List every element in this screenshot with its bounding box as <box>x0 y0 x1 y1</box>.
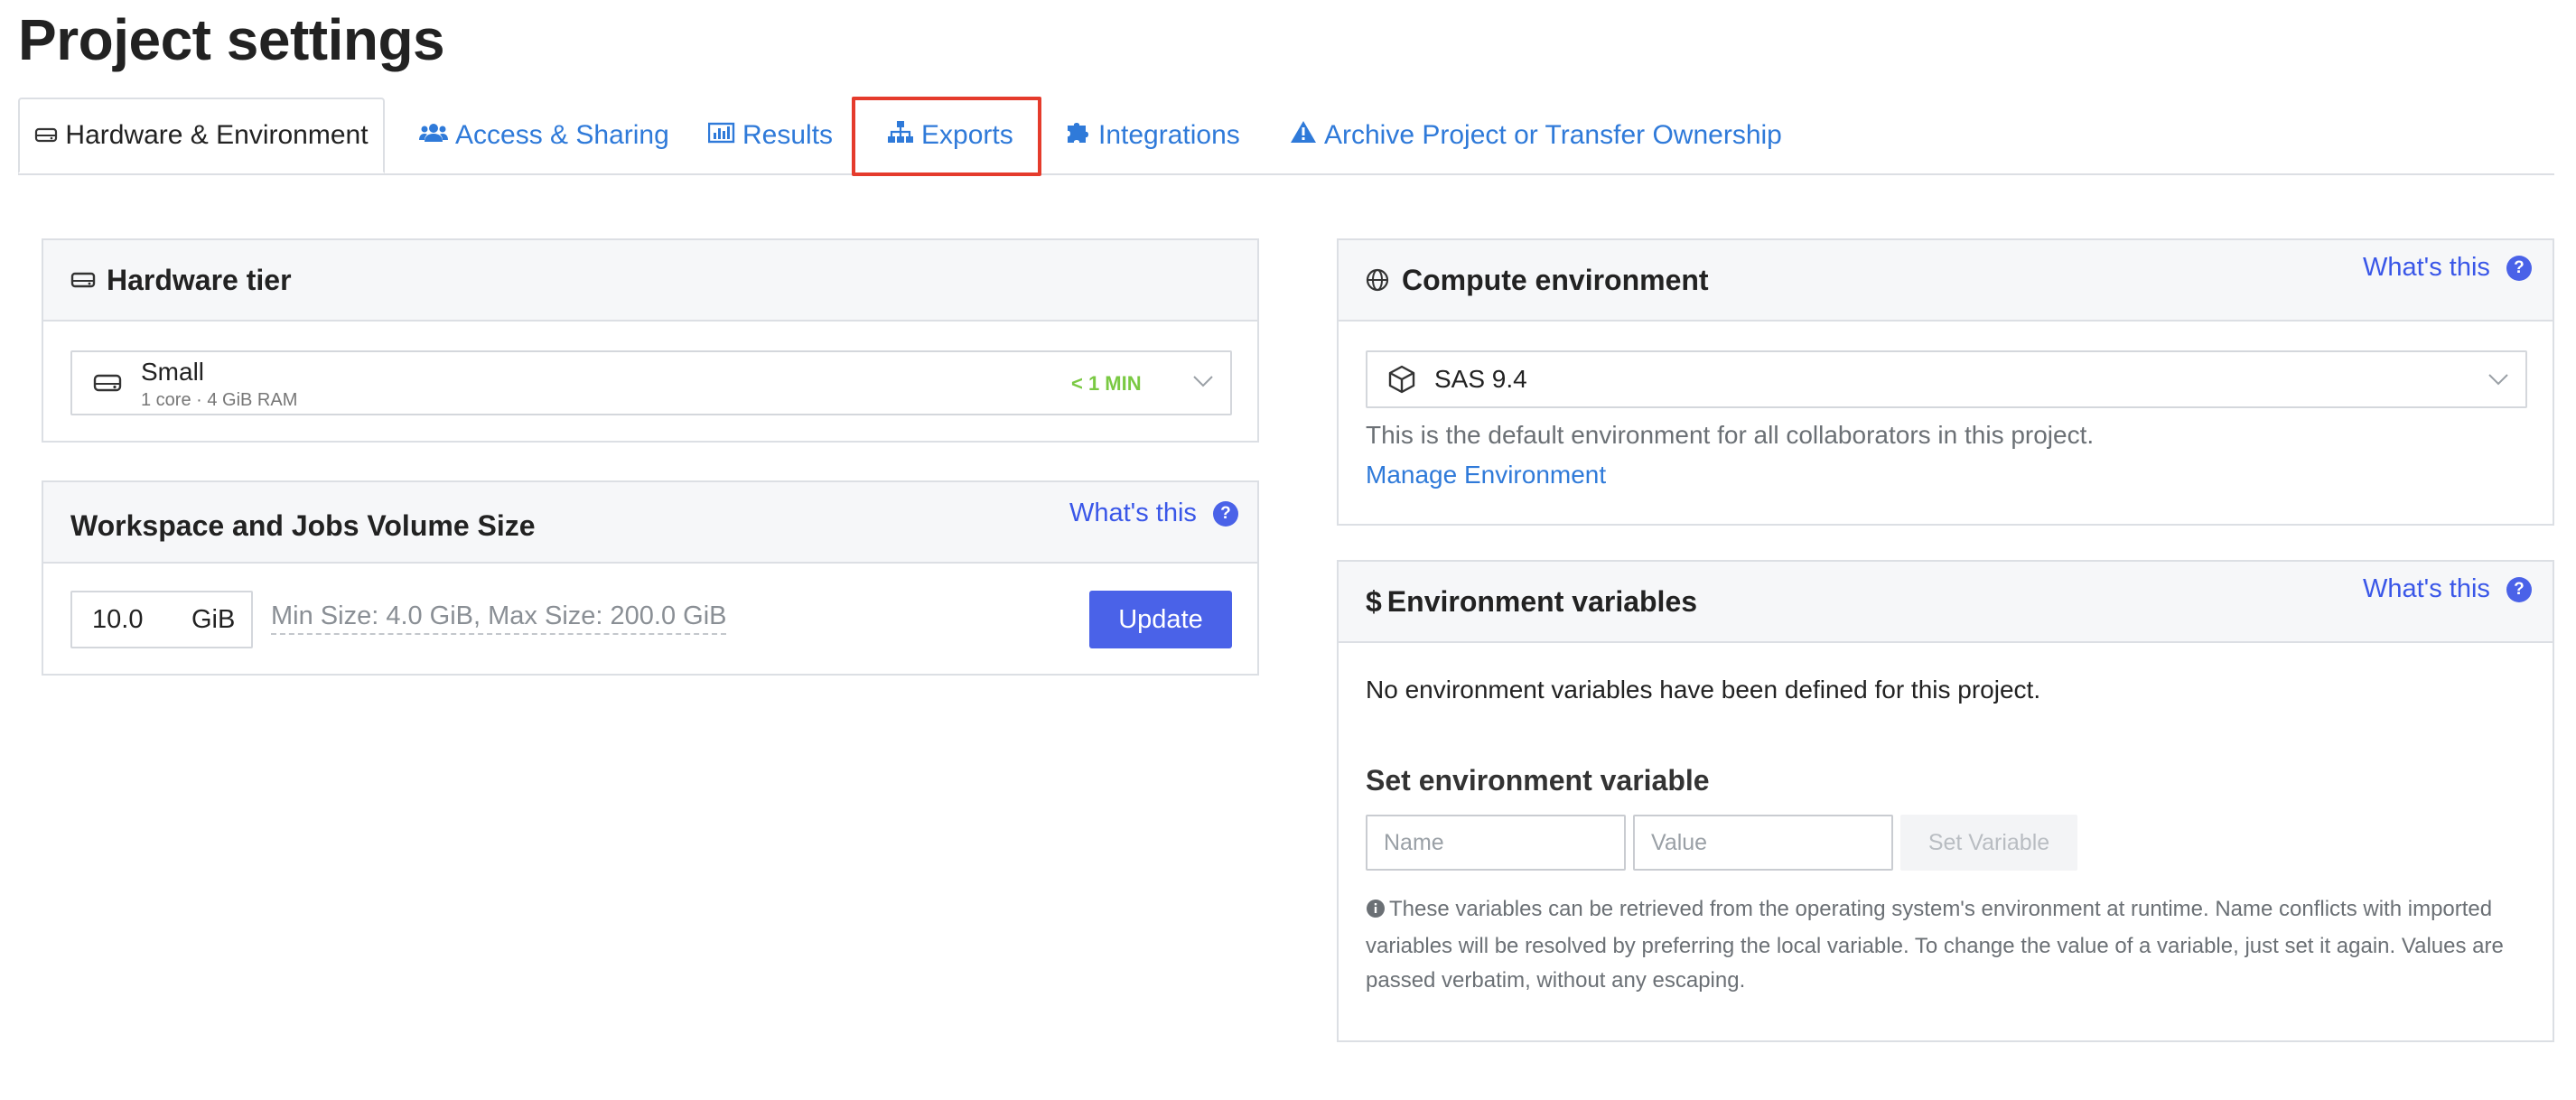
help-icon: ? <box>2506 576 2532 602</box>
warning-icon <box>1290 120 1324 151</box>
volume-size-title: Workspace and Jobs Volume Size <box>70 508 536 542</box>
hard-drive-icon <box>34 120 65 151</box>
volume-whats-this[interactable]: What's this ? <box>1069 499 1238 528</box>
volume-size-unit: GiB <box>191 605 236 634</box>
tab-label: Results <box>742 120 834 150</box>
hard-drive-icon <box>70 270 96 290</box>
environment-variables-panel: $ Environment variables What's this ? No… <box>1337 560 2554 1042</box>
compute-environment-panel: Compute environment What's this ? SAS 9.… <box>1337 238 2554 526</box>
chevron-down-icon <box>1192 374 1214 393</box>
selected-environment: SAS 9.4 <box>1434 365 1527 393</box>
environment-description: This is the default environment for all … <box>1366 421 2095 449</box>
panel-header: $ Environment variables What's this ? <box>1339 562 2553 643</box>
volume-size-input[interactable]: 10.0 GiB <box>70 591 253 648</box>
puzzle-icon <box>1066 120 1098 151</box>
update-button[interactable]: Update <box>1089 591 1232 648</box>
panel-header: Hardware tier <box>43 240 1257 322</box>
tab-archive-transfer[interactable]: Archive Project or Transfer Ownership <box>1290 98 1782 173</box>
compute-environment-title: Compute environment <box>1366 240 1709 320</box>
tab-label: Integrations <box>1098 120 1240 150</box>
tier-name: Small <box>141 358 205 386</box>
tab-label: Archive Project or Transfer Ownership <box>1324 120 1782 150</box>
panel-title-text: Compute environment <box>1402 263 1709 296</box>
volume-size-panel: Workspace and Jobs Volume Size What's th… <box>42 480 1259 676</box>
tab-results[interactable]: Results <box>707 98 834 173</box>
hardware-tier-select[interactable]: Small 1 core · 4 GiB RAM < 1 MIN <box>70 350 1232 415</box>
tab-exports[interactable]: Exports <box>887 98 1013 173</box>
help-icon: ? <box>2506 255 2532 281</box>
help-text: These variables can be retrieved from th… <box>1366 897 2504 993</box>
globe-icon <box>1366 268 1389 292</box>
whats-this-label: What's this <box>2363 253 2490 282</box>
users-icon <box>419 120 455 151</box>
bar-chart-icon <box>707 120 742 151</box>
environment-variables-title: $ Environment variables <box>1366 562 1697 641</box>
variable-value-input[interactable] <box>1633 815 1893 871</box>
variable-name-input[interactable] <box>1366 815 1626 871</box>
env-vars-help: These variables can be retrieved from th… <box>1366 892 2531 998</box>
tier-spec: 1 core · 4 GiB RAM <box>141 390 298 410</box>
set-variable-button[interactable]: Set Variable <box>1900 815 2077 871</box>
info-icon <box>1366 895 1386 929</box>
page-title: Project settings <box>18 7 445 72</box>
dollar-icon: $ <box>1366 584 1382 618</box>
tab-hardware-environment[interactable]: Hardware & Environment <box>18 98 385 173</box>
empty-env-message: No environment variables have been defin… <box>1366 676 2041 704</box>
tier-time-badge: < 1 MIN <box>1071 372 1142 395</box>
set-variable-heading: Set environment variable <box>1366 764 1710 797</box>
sitemap-icon <box>887 120 921 151</box>
panel-title-text: Hardware tier <box>107 263 292 296</box>
help-icon: ? <box>1212 500 1238 527</box>
tab-label: Exports <box>921 120 1013 150</box>
hard-drive-icon <box>92 370 123 400</box>
tab-integrations[interactable]: Integrations <box>1066 98 1240 173</box>
panel-title-text: Environment variables <box>1386 584 1698 618</box>
tab-access-sharing[interactable]: Access & Sharing <box>419 98 669 173</box>
volume-size-value: 10.0 <box>92 605 144 634</box>
chevron-down-icon <box>2487 372 2509 391</box>
compute-environment-select[interactable]: SAS 9.4 <box>1366 350 2527 408</box>
settings-tabs: Hardware & Environment Access & Sharing … <box>18 98 2554 175</box>
env-vars-whats-this[interactable]: What's this ? <box>2363 574 2532 604</box>
whats-this-label: What's this <box>2363 574 2490 603</box>
panel-header: Workspace and Jobs Volume Size What's th… <box>43 482 1257 564</box>
volume-size-limits: Min Size: 4.0 GiB, Max Size: 200.0 GiB <box>271 601 727 635</box>
tab-label: Access & Sharing <box>455 120 669 150</box>
manage-environment-link[interactable]: Manage Environment <box>1366 461 1606 489</box>
hardware-tier-title: Hardware tier <box>70 240 292 320</box>
panel-header: Compute environment What's this ? <box>1339 240 2553 322</box>
tab-label: Hardware & Environment <box>65 120 369 150</box>
compute-whats-this[interactable]: What's this ? <box>2363 253 2532 283</box>
whats-this-label: What's this <box>1069 499 1197 527</box>
cube-icon <box>1387 365 1416 398</box>
hardware-tier-panel: Hardware tier Small 1 core · 4 GiB RAM <… <box>42 238 1259 443</box>
